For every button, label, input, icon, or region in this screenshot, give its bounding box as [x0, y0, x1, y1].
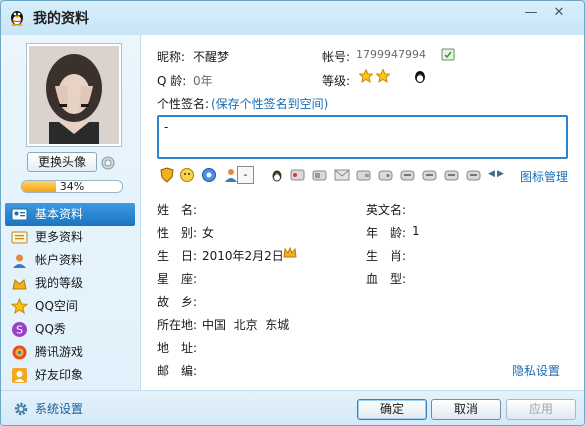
account-value: 1799947994: [356, 48, 426, 61]
level-star-icon[interactable]: [359, 69, 373, 83]
nav-label: 帐户资料: [35, 253, 84, 267]
level-star-icon[interactable]: [376, 69, 390, 83]
nickname-value: 不醒梦: [193, 50, 230, 64]
account-icon: [13, 254, 26, 268]
star-service-icon[interactable]: [422, 167, 438, 183]
side-nav: 基本资料 更多资料 帐户资料 我的等级 QQ空间 S QQ秀 腾讯游戏 好友印象: [5, 203, 135, 387]
video-service-icon[interactable]: [312, 167, 328, 183]
nav-label: 更多资料: [35, 230, 84, 244]
qq-member-penguin-icon[interactable]: [412, 68, 428, 84]
basic-profile-icon: [11, 208, 28, 221]
signature-input[interactable]: -: [157, 115, 568, 159]
content-area: 更换头像 34% 基本资料 更多资料 帐户资料 我的等级 QQ空间 S QQ秀 …: [1, 35, 584, 425]
impression-icon: [12, 368, 27, 383]
nav-label: QQ秀: [35, 322, 66, 336]
scroll-right-arrow-icon[interactable]: ▶: [497, 169, 504, 179]
profile-window: 我的资料 — ✕ 更换头像 34% 基本资料 更多资料 帐户资料 我的等级 QQ…: [0, 0, 585, 426]
nav-label: QQ空间: [35, 299, 78, 313]
ok-button[interactable]: 确定: [357, 399, 427, 420]
system-settings-label: 系统设置: [35, 402, 84, 416]
change-avatar-button[interactable]: 更换头像: [27, 152, 97, 172]
avatar-image: [29, 46, 119, 144]
level-label: 等级:: [322, 74, 351, 88]
nav-item-impression[interactable]: 好友印象: [5, 364, 135, 387]
bottom-bar: 系统设置 确定 取消 应用: [1, 390, 584, 425]
save-signature-link[interactable]: (保存个性签名到空间): [211, 95, 328, 112]
nav-item-basic-profile[interactable]: 基本资料: [5, 203, 135, 226]
game-icon: [12, 345, 27, 360]
progress-label: 34%: [59, 180, 85, 193]
nav-item-more-profile[interactable]: 更多资料: [5, 226, 135, 249]
age-value: 1: [412, 224, 420, 238]
zodiac-label: 生 肖:: [366, 249, 407, 263]
qage-label: Q 龄:: [157, 74, 187, 88]
birthday-label: 生 日:: [157, 249, 198, 263]
nav-item-game[interactable]: 腾讯游戏: [5, 341, 135, 364]
gender-label: 性 别:: [157, 226, 198, 240]
cancel-button[interactable]: 取消: [431, 399, 501, 420]
location-label: 所在地:: [157, 318, 198, 332]
space-service-icon[interactable]: [466, 167, 482, 183]
minimize-button[interactable]: —: [520, 4, 542, 22]
nickname-label: 昵称:: [157, 50, 186, 64]
signature-label: 个性签名:: [157, 97, 210, 111]
nav-label: 好友印象: [35, 368, 84, 382]
location-value: 中国 北京 东城: [202, 318, 290, 332]
nav-item-qzone[interactable]: QQ空间: [5, 295, 135, 318]
gear-icon: [14, 402, 28, 416]
camera-icon[interactable]: [100, 154, 116, 170]
window-title: 我的资料: [33, 11, 89, 27]
email-icon[interactable]: [334, 167, 350, 183]
copy-account-icon[interactable]: [441, 48, 455, 61]
mail-service-icon[interactable]: [290, 167, 306, 183]
apply-button[interactable]: 应用: [506, 399, 576, 420]
blood-type-label: 血 型:: [366, 272, 407, 286]
scroll-left-arrow-icon[interactable]: ◀: [488, 169, 495, 179]
nav-label: 基本资料: [35, 207, 84, 221]
nav-item-account[interactable]: 帐户资料: [5, 249, 135, 272]
title-bar[interactable]: 我的资料 — ✕: [1, 1, 584, 35]
svg-text:S: S: [16, 324, 23, 337]
hometown-label: 故 乡:: [157, 295, 198, 309]
qzone-icon: [11, 298, 28, 315]
qage-value: 0年: [193, 74, 213, 88]
music-icon[interactable]: [201, 167, 217, 183]
pet-icon[interactable]: [179, 167, 195, 183]
avatar[interactable]: [26, 43, 122, 147]
qq-penguin-icon: [11, 11, 23, 26]
birthday-value: 2010年2月2日: [202, 249, 284, 263]
close-button[interactable]: ✕: [548, 4, 570, 22]
postcode-label: 邮 编:: [157, 364, 198, 378]
music-service-icon[interactable]: [400, 167, 416, 183]
left-panel: 更换头像 34% 基本资料 更多资料 帐户资料 我的等级 QQ空间 S QQ秀 …: [1, 35, 141, 390]
profile-panel: 昵称: 不醒梦 帐号: 1799947994 Q 龄: 0年 等级: 个性签名:…: [142, 35, 584, 390]
system-settings-button[interactable]: 系统设置: [13, 400, 83, 418]
icon-manage-link[interactable]: 图标管理: [520, 168, 568, 185]
birthday-crown-icon: [283, 246, 297, 258]
privacy-settings-link[interactable]: 隐私设置: [512, 362, 560, 379]
nav-item-qqshow[interactable]: S QQ秀: [5, 318, 135, 341]
level-icon: [12, 279, 27, 290]
account-label: 帐号:: [322, 50, 351, 64]
name-label: 姓 名:: [157, 203, 198, 217]
profile-completion-bar: 34%: [21, 180, 123, 193]
shield-icon[interactable]: [159, 167, 175, 183]
service-icon-row: - ◀ ▶: [157, 166, 507, 186]
penguin-service-icon[interactable]: [269, 167, 285, 183]
qqshow-icon: S: [12, 322, 27, 337]
constellation-label: 星 座:: [157, 272, 198, 286]
game-service-icon[interactable]: [378, 167, 394, 183]
nav-label: 腾讯游戏: [35, 345, 84, 359]
english-name-label: 英文名:: [366, 203, 407, 217]
more-profile-icon: [11, 231, 28, 244]
nav-label: 我的等级: [35, 276, 84, 290]
icon-tooltip: -: [237, 166, 254, 184]
wallet-service-icon[interactable]: [356, 167, 372, 183]
age-label: 年 龄:: [366, 226, 407, 240]
vip-service-icon[interactable]: [444, 167, 460, 183]
gender-value: 女: [202, 226, 215, 240]
nav-item-level[interactable]: 我的等级: [5, 272, 135, 295]
address-label: 地 址:: [157, 341, 198, 355]
